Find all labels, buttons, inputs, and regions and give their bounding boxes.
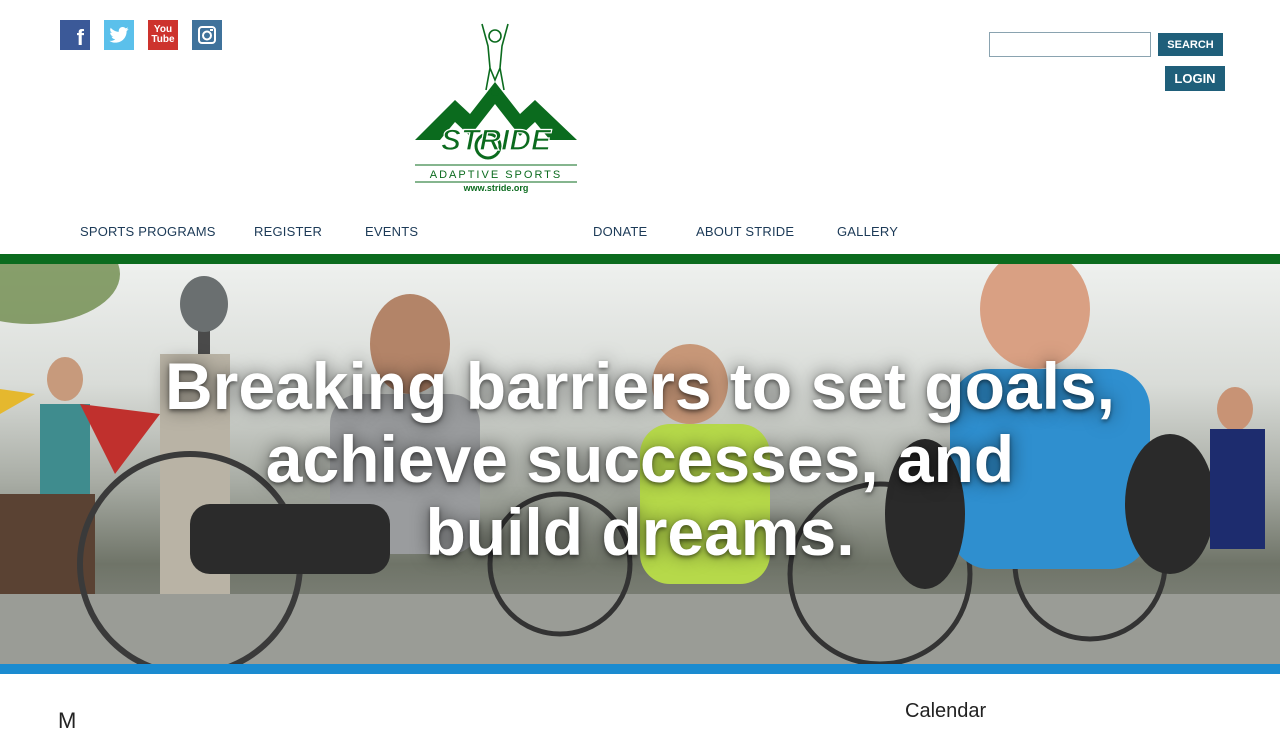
youtube-icon[interactable]: You Tube [148, 20, 178, 50]
hero-tagline-line: build dreams. [425, 495, 855, 569]
blue-divider [0, 664, 1280, 674]
youtube-bottom-text: Tube [151, 34, 175, 45]
hero-tagline-line: achieve successes, and [265, 422, 1015, 496]
logo-url-text: www.stride.org [463, 183, 529, 193]
logo-subtitle-text: ADAPTIVE SPORTS [430, 169, 563, 181]
stride-logo[interactable]: STRIDE ADAPTIVE SPORTS www.stride.org [410, 22, 582, 196]
instagram-icon[interactable] [192, 20, 222, 50]
nav-item-sports-programs[interactable]: SPORTS PROGRAMS [80, 224, 216, 239]
camera-icon [198, 26, 216, 44]
search-input[interactable] [989, 32, 1151, 57]
hero-banner: Breaking barriers to set goals, achieve … [0, 264, 1280, 664]
nav-item-donate[interactable]: DONATE [593, 224, 647, 239]
nav-item-gallery[interactable]: GALLERY [837, 224, 898, 239]
search-button[interactable]: SEARCH [1158, 33, 1223, 56]
green-divider [0, 254, 1280, 264]
nav-item-register[interactable]: REGISTER [254, 224, 322, 239]
twitter-icon[interactable] [104, 20, 134, 50]
nav-item-events[interactable]: EVENTS [365, 224, 418, 239]
social-links: f You Tube [60, 20, 222, 50]
hero-tagline-line: Breaking barriers to set goals, [164, 349, 1115, 423]
login-button[interactable]: LOGIN [1165, 66, 1225, 91]
main-section-heading: M [58, 708, 77, 733]
stride-logo-graphic: STRIDE ADAPTIVE SPORTS www.stride.org [415, 23, 577, 193]
facebook-icon[interactable]: f [60, 20, 90, 50]
hero-tagline: Breaking barriers to set goals, achieve … [0, 350, 1280, 569]
logo-brand-text: STRIDE [441, 124, 552, 157]
nav-item-about-stride[interactable]: ABOUT STRIDE [696, 224, 794, 239]
twitter-bird-icon [109, 27, 129, 43]
main-nav: SPORTS PROGRAMS REGISTER EVENTS DONATE A… [0, 224, 1280, 244]
